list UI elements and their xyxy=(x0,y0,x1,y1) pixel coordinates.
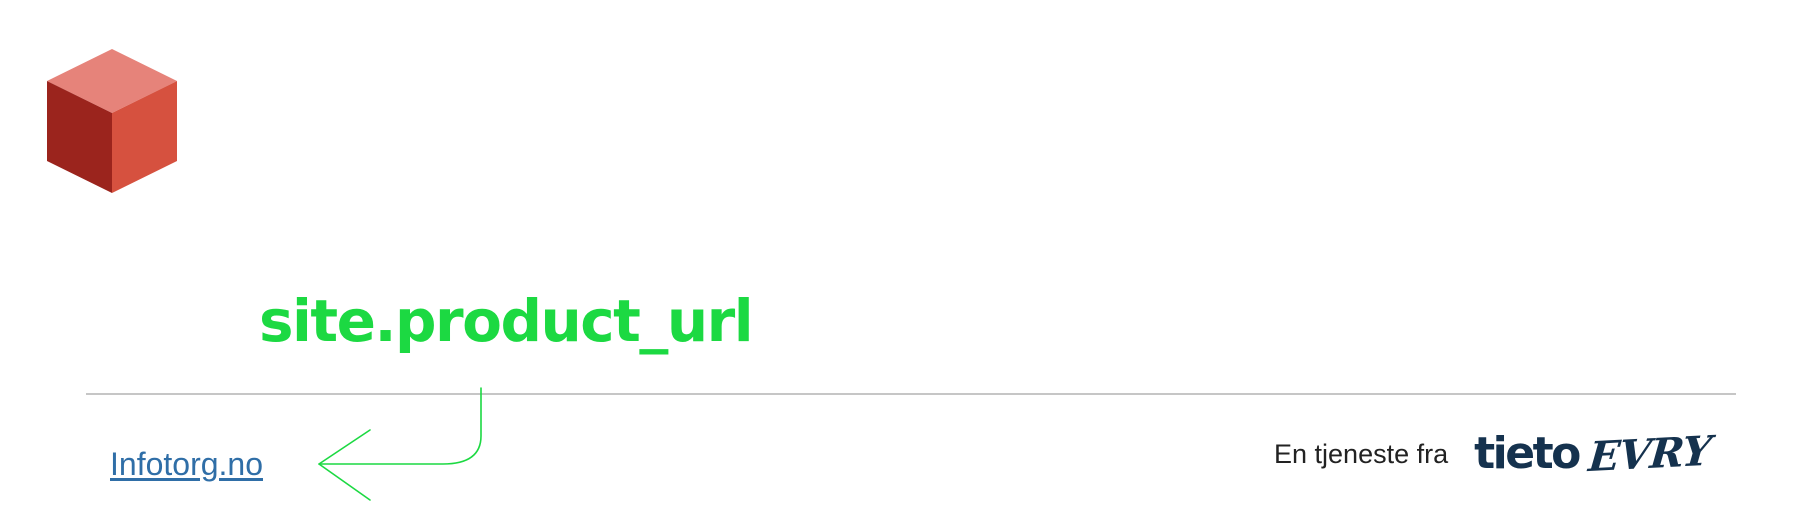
tietoevry-logo-secondary: EVRY xyxy=(1586,426,1713,482)
cube-logo-icon xyxy=(47,49,177,193)
arrow-left-icon xyxy=(318,387,482,501)
arrow-shaft xyxy=(318,387,482,465)
tietoevry-logo-primary: tieto xyxy=(1474,428,1581,479)
vendor-credit-prefix: En tjeneste fra xyxy=(1274,438,1449,469)
annotation-label: site.product_url xyxy=(259,287,754,355)
arrow-head xyxy=(318,429,371,501)
vendor-credit: En tjeneste fra tieto EVRY xyxy=(1274,426,1713,482)
tietoevry-logo: tieto EVRY xyxy=(1474,426,1713,482)
infotorg-link[interactable]: Infotorg.no xyxy=(110,446,263,483)
